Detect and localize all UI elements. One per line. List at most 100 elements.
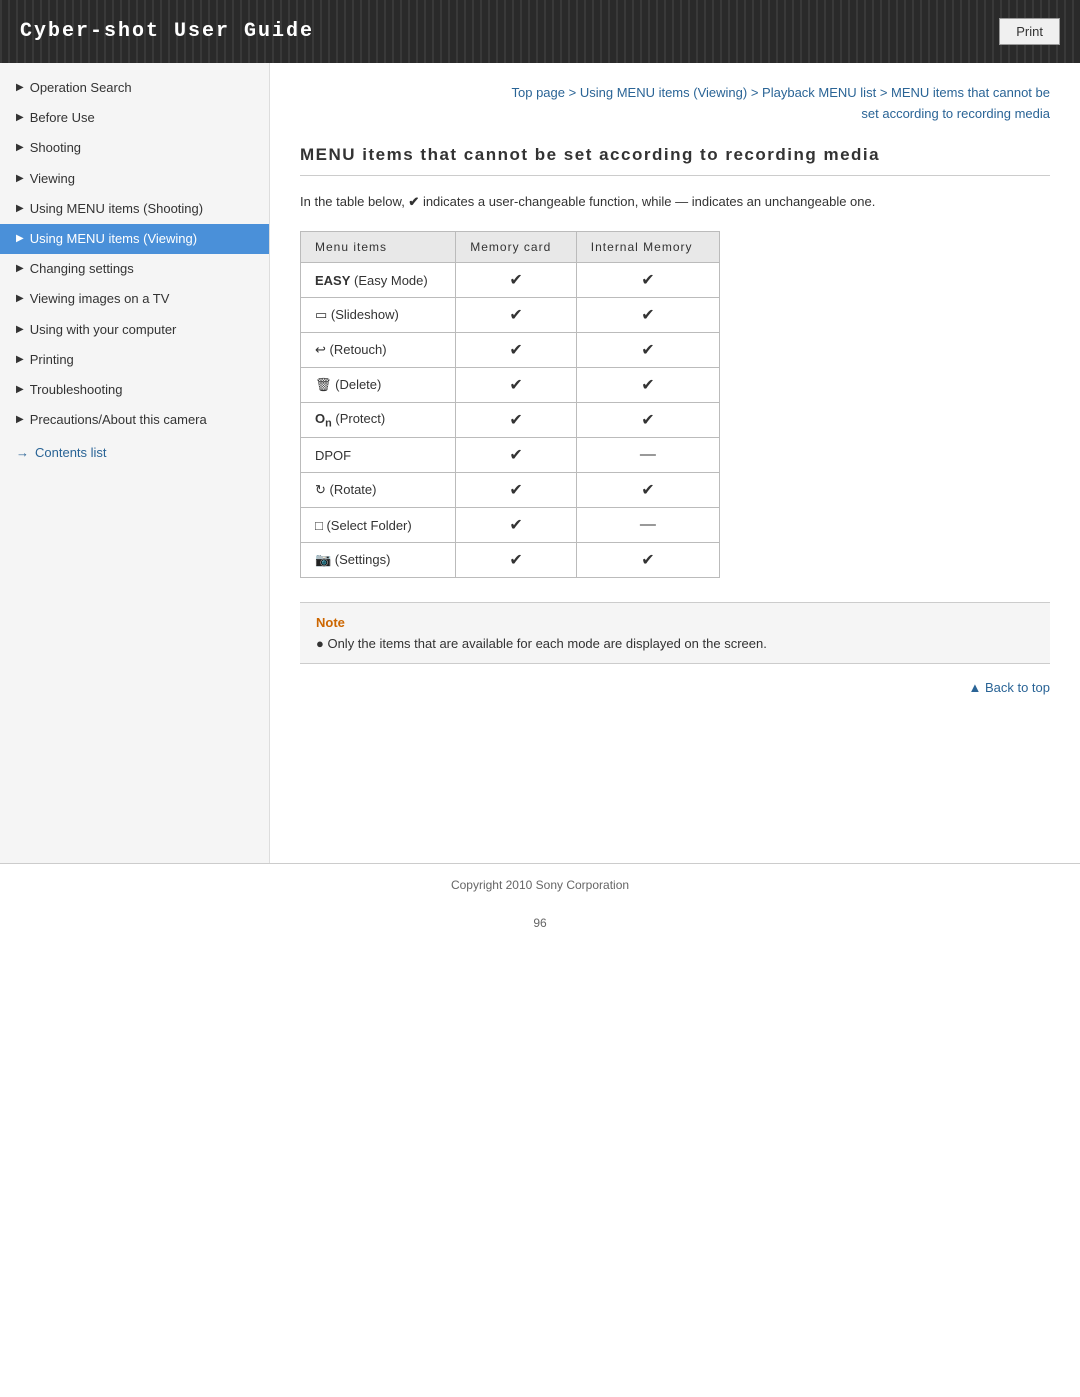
memory-card-delete: ✔ bbox=[456, 368, 577, 403]
sidebar: ▶ Operation Search ▶ Before Use ▶ Shooti… bbox=[0, 63, 270, 863]
breadcrumb-playback-menu-list[interactable]: Playback MENU list bbox=[762, 85, 876, 100]
breadcrumb-top[interactable]: Top page bbox=[512, 85, 566, 100]
menu-item-select-folder: □ (Select Folder) bbox=[301, 508, 456, 543]
sidebar-item-label: Viewing bbox=[30, 170, 75, 188]
memory-card-select-folder: ✔ bbox=[456, 508, 577, 543]
menu-item-dpof: DPOF bbox=[301, 438, 456, 473]
arrow-icon: ▶ bbox=[16, 262, 24, 276]
sidebar-item-viewing[interactable]: ▶ Viewing bbox=[0, 164, 269, 194]
memory-card-settings: ✔ bbox=[456, 543, 577, 578]
description-text: In the table below, ✔ indicates a user-c… bbox=[300, 192, 1050, 212]
note-box: Note ● Only the items that are available… bbox=[300, 602, 1050, 664]
content-area: Top page > Using MENU items (Viewing) > … bbox=[270, 63, 1080, 863]
app-title: Cyber-shot User Guide bbox=[20, 20, 314, 43]
menu-table: Menu items Memory card Internal Memory E… bbox=[300, 231, 720, 578]
sidebar-item-printing[interactable]: ▶ Printing bbox=[0, 345, 269, 375]
sidebar-item-changing-settings[interactable]: ▶ Changing settings bbox=[0, 254, 269, 284]
table-row: ↻ (Rotate) ✔ ✔ bbox=[301, 473, 720, 508]
internal-memory-select-folder: — bbox=[576, 508, 719, 543]
table-row: ↩ (Retouch) ✔ ✔ bbox=[301, 333, 720, 368]
sidebar-item-before-use[interactable]: ▶ Before Use bbox=[0, 103, 269, 133]
breadcrumb-using-menu-viewing[interactable]: Using MENU items (Viewing) bbox=[580, 85, 747, 100]
sidebar-item-troubleshooting[interactable]: ▶ Troubleshooting bbox=[0, 375, 269, 405]
sidebar-item-using-menu-shooting[interactable]: ▶ Using MENU items (Shooting) bbox=[0, 194, 269, 224]
arrow-icon: ▶ bbox=[16, 81, 24, 95]
menu-item-retouch: ↩ (Retouch) bbox=[301, 333, 456, 368]
sidebar-item-label: Troubleshooting bbox=[30, 381, 123, 399]
sidebar-item-label: Before Use bbox=[30, 109, 95, 127]
sidebar-item-label: Precautions/About this camera bbox=[30, 411, 207, 429]
sidebar-item-label: Shooting bbox=[30, 139, 81, 157]
contents-list-label: Contents list bbox=[35, 445, 107, 460]
sidebar-item-label: Using MENU items (Viewing) bbox=[30, 230, 197, 248]
note-title: Note bbox=[316, 615, 1034, 630]
print-button[interactable]: Print bbox=[999, 18, 1060, 45]
table-row: EASY (Easy Mode) ✔ ✔ bbox=[301, 263, 720, 298]
internal-memory-delete: ✔ bbox=[576, 368, 719, 403]
header: Cyber-shot User Guide Print bbox=[0, 0, 1080, 63]
menu-item-delete: 🗑 (Delete) bbox=[301, 368, 456, 403]
table-row: DPOF ✔ — bbox=[301, 438, 720, 473]
table-row: 📷 (Settings) ✔ ✔ bbox=[301, 543, 720, 578]
sidebar-item-label: Operation Search bbox=[30, 79, 132, 97]
table-row: 🗑 (Delete) ✔ ✔ bbox=[301, 368, 720, 403]
sidebar-item-using-computer[interactable]: ▶ Using with your computer bbox=[0, 315, 269, 345]
arrow-icon: ▶ bbox=[16, 353, 24, 367]
sidebar-item-shooting[interactable]: ▶ Shooting bbox=[0, 133, 269, 163]
internal-memory-rotate: ✔ bbox=[576, 473, 719, 508]
menu-item-slideshow: ▭ (Slideshow) bbox=[301, 298, 456, 333]
table-row: □ (Select Folder) ✔ — bbox=[301, 508, 720, 543]
memory-card-rotate: ✔ bbox=[456, 473, 577, 508]
contents-list-link[interactable]: → Contents list bbox=[0, 435, 269, 470]
sidebar-item-label: Using MENU items (Shooting) bbox=[30, 200, 203, 218]
arrow-icon: ▶ bbox=[16, 323, 24, 337]
table-header-menu-items: Menu items bbox=[301, 232, 456, 263]
sidebar-item-using-menu-viewing[interactable]: ▶ Using MENU items (Viewing) bbox=[0, 224, 269, 254]
sidebar-item-operation-search[interactable]: ▶ Operation Search bbox=[0, 73, 269, 103]
footer: Copyright 2010 Sony Corporation bbox=[0, 863, 1080, 906]
arrow-icon: ▶ bbox=[16, 202, 24, 216]
table-row: On (Protect) ✔ ✔ bbox=[301, 403, 720, 438]
memory-card-slideshow: ✔ bbox=[456, 298, 577, 333]
sidebar-item-label: Printing bbox=[30, 351, 74, 369]
table-header-internal-memory: Internal Memory bbox=[576, 232, 719, 263]
internal-memory-retouch: ✔ bbox=[576, 333, 719, 368]
breadcrumb-sep3: > bbox=[880, 85, 891, 100]
breadcrumb-sep2: > bbox=[751, 85, 762, 100]
arrow-icon: ▶ bbox=[16, 413, 24, 427]
memory-card-dpof: ✔ bbox=[456, 438, 577, 473]
arrow-icon: ▶ bbox=[16, 292, 24, 306]
menu-item-rotate: ↻ (Rotate) bbox=[301, 473, 456, 508]
sidebar-item-label: Using with your computer bbox=[30, 321, 177, 339]
arrow-icon: ▶ bbox=[16, 172, 24, 186]
arrow-icon: ▶ bbox=[16, 383, 24, 397]
page-number: 96 bbox=[0, 906, 1080, 940]
internal-memory-slideshow: ✔ bbox=[576, 298, 719, 333]
breadcrumb: Top page > Using MENU items (Viewing) > … bbox=[300, 83, 1050, 125]
back-to-top-link[interactable]: ▲ Back to top bbox=[968, 680, 1050, 695]
arrow-icon: ▶ bbox=[16, 141, 24, 155]
note-text: ● Only the items that are available for … bbox=[316, 636, 1034, 651]
memory-card-protect: ✔ bbox=[456, 403, 577, 438]
internal-memory-easy: ✔ bbox=[576, 263, 719, 298]
memory-card-retouch: ✔ bbox=[456, 333, 577, 368]
table-header-memory-card: Memory card bbox=[456, 232, 577, 263]
sidebar-item-precautions[interactable]: ▶ Precautions/About this camera bbox=[0, 405, 269, 435]
table-row: ▭ (Slideshow) ✔ ✔ bbox=[301, 298, 720, 333]
sidebar-item-label: Changing settings bbox=[30, 260, 134, 278]
sidebar-item-viewing-images-tv[interactable]: ▶ Viewing images on a TV bbox=[0, 284, 269, 314]
internal-memory-dpof: — bbox=[576, 438, 719, 473]
back-to-top[interactable]: ▲ Back to top bbox=[300, 680, 1050, 695]
arrow-icon: ▶ bbox=[16, 232, 24, 246]
menu-item-protect: On (Protect) bbox=[301, 403, 456, 438]
page-title: MENU items that cannot be set according … bbox=[300, 145, 1050, 176]
sidebar-item-label: Viewing images on a TV bbox=[30, 290, 170, 308]
main-layout: ▶ Operation Search ▶ Before Use ▶ Shooti… bbox=[0, 63, 1080, 863]
breadcrumb-sep1: > bbox=[569, 85, 580, 100]
memory-card-easy: ✔ bbox=[456, 263, 577, 298]
copyright-text: Copyright 2010 Sony Corporation bbox=[451, 878, 629, 892]
arrow-icon: ▶ bbox=[16, 111, 24, 125]
internal-memory-protect: ✔ bbox=[576, 403, 719, 438]
arrow-right-icon: → bbox=[16, 445, 29, 460]
menu-item-settings: 📷 (Settings) bbox=[301, 543, 456, 578]
